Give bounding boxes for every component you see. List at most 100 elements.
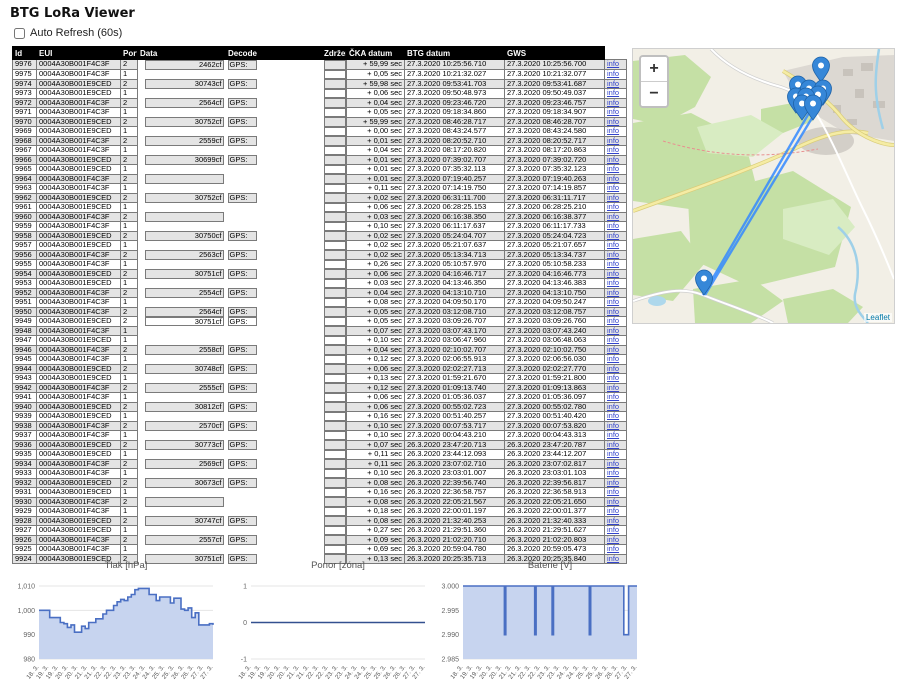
gws-info-link[interactable]: info bbox=[607, 374, 619, 383]
gws-info-link[interactable]: info bbox=[607, 155, 619, 164]
cell-delay-box bbox=[322, 488, 347, 498]
cell-delay-box bbox=[322, 98, 347, 108]
delay-box bbox=[324, 526, 346, 536]
gws-info-link[interactable]: info bbox=[607, 402, 619, 411]
gws-info-link[interactable]: info bbox=[607, 165, 619, 174]
gws-info-link[interactable]: info bbox=[607, 136, 619, 145]
cell-data bbox=[138, 127, 226, 137]
cell-data: 2559cf bbox=[138, 136, 226, 146]
gws-info-link[interactable]: info bbox=[607, 516, 619, 525]
zoom-out-button[interactable]: − bbox=[641, 82, 667, 106]
zoom-in-button[interactable]: + bbox=[641, 57, 667, 82]
leaflet-map[interactable]: + − Leaflet bbox=[632, 48, 895, 324]
gws-info-link[interactable]: info bbox=[607, 393, 619, 402]
cell-port: 1 bbox=[121, 450, 138, 460]
gws-info-link[interactable]: info bbox=[607, 79, 619, 88]
cell-id: 9941 bbox=[13, 393, 37, 403]
gws-info-link[interactable]: info bbox=[607, 478, 619, 487]
cell-delay-box bbox=[322, 60, 347, 70]
gws-info-link[interactable]: info bbox=[607, 231, 619, 240]
gws-info-link[interactable]: info bbox=[607, 326, 619, 335]
cell-eui: 0004A30B001F4C3F bbox=[37, 421, 121, 431]
column-header-id: Id bbox=[13, 47, 37, 60]
gws-info-link[interactable]: info bbox=[607, 298, 619, 307]
cell-data bbox=[138, 212, 226, 222]
cell-gws: info bbox=[605, 241, 627, 251]
cell-decode bbox=[226, 212, 322, 222]
decode-box: GPS: bbox=[228, 459, 257, 469]
gws-info-link[interactable]: info bbox=[607, 193, 619, 202]
gws-info-link[interactable]: info bbox=[607, 117, 619, 126]
gws-info-link[interactable]: info bbox=[607, 279, 619, 288]
cell-cka-datum: 27.3.2020 05:13:34.713 bbox=[405, 250, 505, 260]
gws-info-link[interactable]: info bbox=[607, 450, 619, 459]
cell-gws: info bbox=[605, 60, 627, 70]
gws-info-link[interactable]: info bbox=[607, 488, 619, 497]
cell-eui: 0004A30B001F4C3F bbox=[37, 507, 121, 517]
gws-info-link[interactable]: info bbox=[607, 108, 619, 117]
gws-info-link[interactable]: info bbox=[607, 127, 619, 136]
gws-info-link[interactable]: info bbox=[607, 535, 619, 544]
gws-info-link[interactable]: info bbox=[607, 184, 619, 193]
gws-info-link[interactable]: info bbox=[607, 526, 619, 535]
cell-id: 9943 bbox=[13, 374, 37, 384]
cell-gws: info bbox=[605, 469, 627, 479]
cell-data: 30743cf bbox=[138, 79, 226, 89]
gws-info-link[interactable]: info bbox=[607, 345, 619, 354]
gws-info-link[interactable]: info bbox=[607, 545, 619, 554]
cell-port: 1 bbox=[121, 146, 138, 156]
gws-info-link[interactable]: info bbox=[607, 269, 619, 278]
gws-info-link[interactable]: info bbox=[607, 98, 619, 107]
gws-info-link[interactable]: info bbox=[607, 70, 619, 79]
gws-info-link[interactable]: info bbox=[607, 383, 619, 392]
gws-info-link[interactable]: info bbox=[607, 317, 619, 326]
gws-info-link[interactable]: info bbox=[607, 440, 619, 449]
cell-cka-datum: 27.3.2020 03:07:43.170 bbox=[405, 326, 505, 336]
auto-refresh-checkbox[interactable] bbox=[14, 28, 25, 39]
gws-info-link[interactable]: info bbox=[607, 364, 619, 373]
cell-data: 30673cf bbox=[138, 478, 226, 488]
cell-lora-delay: + 0,08 sec bbox=[347, 497, 405, 507]
table-row: 99500004A30B001F4C3F22564cfGPS:+ 0,05 se… bbox=[13, 307, 627, 317]
gws-info-link[interactable]: info bbox=[607, 288, 619, 297]
gws-info-link[interactable]: info bbox=[607, 241, 619, 250]
gws-info-link[interactable]: info bbox=[607, 421, 619, 430]
gws-info-link[interactable]: info bbox=[607, 355, 619, 364]
gws-info-link[interactable]: info bbox=[607, 412, 619, 421]
gws-info-link[interactable]: info bbox=[607, 260, 619, 269]
cell-delay-box bbox=[322, 146, 347, 156]
cell-btg-datum: 27.3.2020 10:21:32.077 bbox=[505, 70, 605, 80]
gws-info-link[interactable]: info bbox=[607, 507, 619, 516]
cell-btg-datum: 27.3.2020 07:19:40.263 bbox=[505, 174, 605, 184]
cell-lora-delay: + 0,08 sec bbox=[347, 298, 405, 308]
cell-btg-datum: 27.3.2020 05:24:04.723 bbox=[505, 231, 605, 241]
decode-box: GPS: bbox=[228, 317, 257, 327]
gws-info-link[interactable]: info bbox=[607, 431, 619, 440]
cell-btg-datum: 27.3.2020 00:55:02.780 bbox=[505, 402, 605, 412]
table-row: 99350004A30B001E9CED1+ 0,11 sec26.3.2020… bbox=[13, 450, 627, 460]
leaflet-attribution-link[interactable]: Leaflet bbox=[864, 313, 892, 322]
gws-info-link[interactable]: info bbox=[607, 60, 619, 69]
gws-info-link[interactable]: info bbox=[607, 307, 619, 316]
cell-port: 2 bbox=[121, 459, 138, 469]
cell-lora-delay: + 0,05 sec bbox=[347, 317, 405, 327]
cell-decode: GPS: bbox=[226, 269, 322, 279]
gws-info-link[interactable]: info bbox=[607, 222, 619, 231]
column-header--ka-datum: ČKA datum bbox=[347, 47, 405, 60]
gws-info-link[interactable]: info bbox=[607, 89, 619, 98]
gws-info-link[interactable]: info bbox=[607, 469, 619, 478]
gws-info-link[interactable]: info bbox=[607, 212, 619, 221]
cell-cka-datum: 27.3.2020 05:24:04.707 bbox=[405, 231, 505, 241]
gws-info-link[interactable]: info bbox=[607, 146, 619, 155]
auto-refresh-label[interactable]: Auto Refresh (60s) bbox=[30, 27, 122, 39]
data-payload-box: 30751cf bbox=[145, 269, 224, 279]
cell-delay-box bbox=[322, 241, 347, 251]
gws-info-link[interactable]: info bbox=[607, 250, 619, 259]
cell-decode bbox=[226, 393, 322, 403]
gws-info-link[interactable]: info bbox=[607, 174, 619, 183]
cell-delay-box bbox=[322, 469, 347, 479]
gws-info-link[interactable]: info bbox=[607, 203, 619, 212]
gws-info-link[interactable]: info bbox=[607, 336, 619, 345]
gws-info-link[interactable]: info bbox=[607, 459, 619, 468]
gws-info-link[interactable]: info bbox=[607, 497, 619, 506]
